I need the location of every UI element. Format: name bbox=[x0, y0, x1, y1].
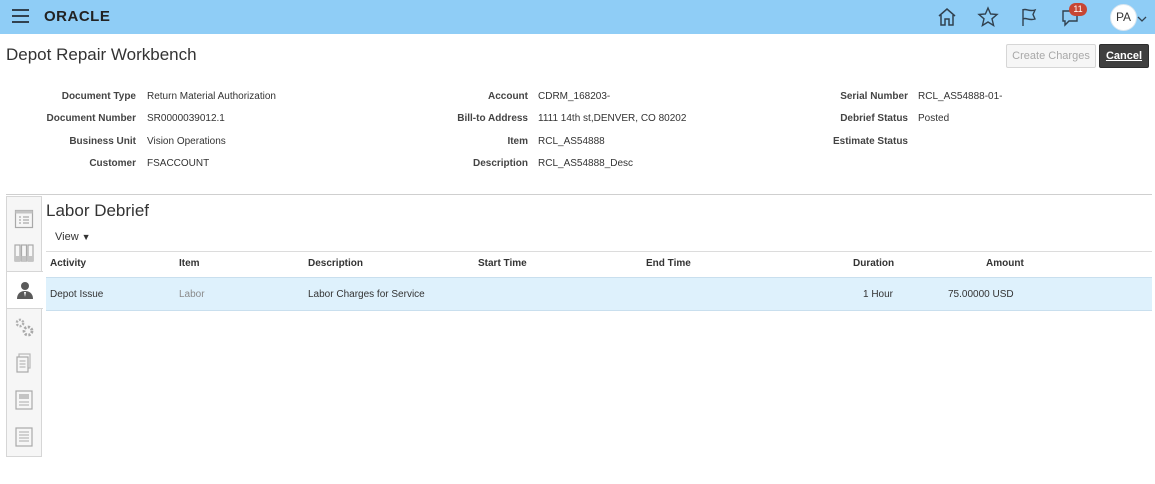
item-label: Item bbox=[507, 136, 528, 147]
customer-value: FSACCOUNT bbox=[147, 158, 210, 169]
view-menu[interactable]: View ▼ bbox=[55, 231, 91, 243]
cell-duration: 1 Hour bbox=[863, 289, 894, 300]
business-unit-value: Vision Operations bbox=[147, 136, 226, 147]
section-divider bbox=[6, 194, 1152, 195]
column-header-duration[interactable]: Duration bbox=[853, 258, 894, 269]
cell-activity: Depot Issue bbox=[50, 289, 104, 300]
column-header-activity[interactable]: Activity bbox=[50, 258, 86, 269]
flag-icon[interactable] bbox=[1017, 5, 1041, 29]
form-icon[interactable] bbox=[7, 382, 41, 418]
debrief-status-label: Debrief Status bbox=[840, 113, 908, 124]
table-top-border bbox=[46, 251, 1152, 252]
view-menu-label: View bbox=[55, 231, 79, 243]
description-value: RCL_AS54888_Desc bbox=[538, 158, 634, 169]
estimate-status-label: Estimate Status bbox=[832, 136, 908, 147]
notification-count-badge: 11 bbox=[1069, 3, 1087, 16]
bill-to-address-label: Bill-to Address bbox=[457, 113, 528, 124]
serial-number-value: RCL_AS54888-01- bbox=[918, 91, 1003, 102]
account-label: Account bbox=[488, 91, 528, 102]
cancel-button[interactable]: Cancel bbox=[1099, 44, 1149, 68]
customer-label: Customer bbox=[89, 158, 136, 169]
bill-to-address-value: 1111 14th st,DENVER, CO 80202 bbox=[538, 113, 687, 124]
global-header: ORACLE 11 PA bbox=[0, 0, 1155, 34]
gears-icon[interactable] bbox=[7, 309, 41, 345]
notes-icon[interactable] bbox=[7, 419, 41, 455]
oracle-logo[interactable]: ORACLE bbox=[44, 8, 110, 25]
document-number-value: SR0000039012.1 bbox=[147, 113, 225, 124]
cell-description: Labor Charges for Service bbox=[308, 289, 425, 300]
column-header-description[interactable]: Description bbox=[308, 258, 363, 269]
list-view-icon[interactable] bbox=[7, 201, 41, 237]
business-unit-label: Business Unit bbox=[69, 136, 136, 147]
caret-down-icon: ▼ bbox=[81, 232, 91, 242]
document-type-label: Document Type bbox=[61, 91, 136, 102]
debrief-status-value: Posted bbox=[918, 113, 950, 124]
document-type-value: Return Material Authorization bbox=[147, 91, 276, 102]
column-header-end-time[interactable]: End Time bbox=[646, 258, 691, 269]
documents-icon[interactable] bbox=[7, 345, 41, 381]
cell-item: Labor bbox=[179, 289, 205, 300]
user-avatar[interactable]: PA bbox=[1110, 4, 1137, 31]
labor-debrief-title: Labor Debrief bbox=[46, 201, 150, 220]
column-header-item[interactable]: Item bbox=[179, 258, 200, 269]
cell-amount: 75.00000 USD bbox=[948, 289, 1014, 300]
item-value: RCL_AS54888 bbox=[538, 136, 605, 147]
columns-icon[interactable] bbox=[7, 235, 41, 271]
star-icon[interactable] bbox=[976, 5, 1000, 29]
person-labor-icon[interactable] bbox=[7, 271, 43, 309]
page-title: Depot Repair Workbench bbox=[6, 45, 197, 64]
column-header-amount[interactable]: Amount bbox=[986, 258, 1024, 269]
column-header-start-time[interactable]: Start Time bbox=[478, 258, 527, 269]
account-value: CDRM_168203- bbox=[538, 91, 611, 102]
create-charges-button[interactable]: Create Charges bbox=[1006, 44, 1096, 68]
home-icon[interactable] bbox=[935, 5, 959, 29]
document-number-label: Document Number bbox=[46, 113, 136, 124]
chevron-down-icon[interactable] bbox=[1137, 11, 1147, 22]
hamburger-menu-icon[interactable] bbox=[12, 9, 29, 25]
description-label: Description bbox=[472, 158, 528, 169]
serial-number-label: Serial Number bbox=[840, 91, 908, 102]
side-tab-rail bbox=[6, 196, 43, 457]
